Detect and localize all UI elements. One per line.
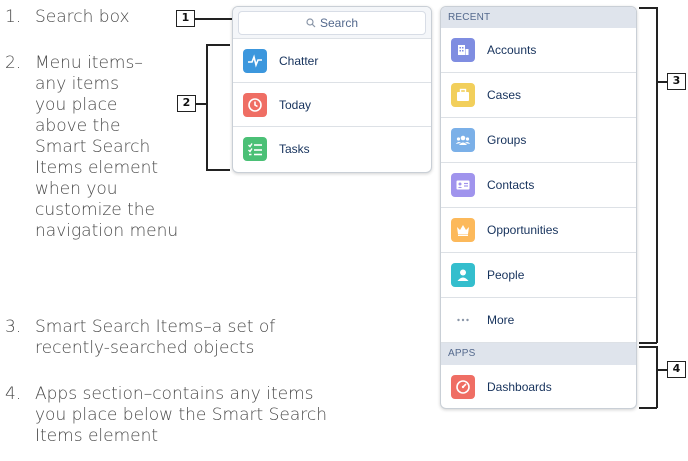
search-icon (306, 18, 316, 28)
crown-icon (451, 218, 475, 242)
legend-line: Items element (35, 426, 159, 446)
app-item-dashboards[interactable]: Dashboards (441, 365, 636, 408)
callout-2-leader (196, 103, 206, 105)
menu-item-today[interactable]: Today (233, 83, 431, 127)
legend-line: Search box (35, 7, 130, 27)
legend-line: Items element (35, 158, 159, 178)
legend-line: you place (35, 95, 118, 115)
recent-item-more[interactable]: More (441, 298, 636, 343)
menu-item-label: Tasks (279, 142, 310, 156)
legend-line: you place below the Smart Search (35, 405, 327, 425)
recent-item-people[interactable]: People (441, 253, 636, 298)
callout-3-bracket-bottom (639, 342, 657, 344)
contacts-icon (451, 173, 475, 197)
legend-line: Smart Search (35, 137, 151, 157)
recent-item-label: Groups (487, 133, 527, 147)
navigation-menu-panel: Search Chatter Today Tasks (232, 6, 432, 173)
recent-item-cases[interactable]: Cases (441, 73, 636, 118)
legend-number: 2. (5, 53, 22, 73)
apps-section-header: APPS (441, 343, 636, 365)
callout-2-bracket-bottom (206, 169, 230, 171)
recent-item-accounts[interactable]: Accounts (441, 28, 636, 73)
recent-item-label: Contacts (487, 178, 535, 192)
legend-number: 3. (5, 317, 22, 337)
menu-item-label: Today (279, 97, 312, 112)
chatter-icon (243, 48, 267, 73)
person-icon (451, 263, 475, 287)
menu-item-tasks[interactable]: Tasks (233, 127, 431, 171)
callout-4-bracket (656, 346, 658, 408)
app-item-label: Dashboards (487, 380, 552, 394)
recent-item-opportunities[interactable]: Opportunities (441, 208, 636, 253)
legend-number: 4. (5, 384, 22, 404)
recent-item-label: People (487, 268, 525, 282)
callout-3-bracket (656, 7, 658, 343)
dashboard-icon (451, 375, 475, 399)
callout-3-bracket-top (639, 7, 657, 9)
legend-line: above the (35, 116, 121, 136)
search-placeholder: Search (319, 16, 359, 30)
legend-line: when you (35, 179, 118, 199)
callout-3: 3 (667, 73, 686, 90)
clock-icon (243, 92, 267, 117)
legend-line: customize the (35, 200, 156, 220)
tasks-icon (243, 137, 267, 161)
callout-1: 1 (176, 10, 195, 27)
recent-item-label: Opportunities (487, 223, 559, 237)
menu-item-label: Chatter (279, 53, 319, 68)
callout-2-bracket (206, 44, 208, 170)
search-row: Search (233, 7, 431, 39)
recent-item-groups[interactable]: Groups (441, 118, 636, 163)
recent-item-contacts[interactable]: Contacts (441, 163, 636, 208)
callout-2-bracket-top (206, 44, 230, 46)
menu-item-chatter[interactable]: Chatter (233, 39, 431, 83)
recent-item-label: Accounts (487, 43, 537, 57)
callout-2: 2 (177, 95, 196, 112)
recent-section-header: RECENT (441, 7, 636, 28)
legend-item-1: 1. Search box (5, 7, 130, 28)
more-icon (451, 308, 475, 332)
callout-4-bracket-bottom (639, 407, 657, 409)
legend-number: 1. (5, 7, 22, 27)
cases-icon (451, 83, 475, 107)
legend-item-3: 3. Smart Search Items–a set of recently-… (5, 317, 275, 359)
legend-line: navigation menu (35, 221, 179, 241)
callout-4-leader (656, 369, 667, 371)
groups-icon (451, 128, 475, 152)
legend-line: Smart Search Items–a set of (35, 317, 276, 337)
accounts-icon (451, 38, 475, 62)
recent-item-label: More (487, 313, 515, 327)
legend-line: Apps section–contains any items (35, 384, 314, 404)
callout-3-leader (656, 81, 667, 83)
legend-line: recently-searched objects (35, 338, 255, 358)
callout-1-leader (195, 18, 233, 20)
legend-line: Menu items– (35, 53, 143, 73)
legend-item-4: 4. Apps section–contains any items you p… (5, 384, 327, 447)
legend-line: any items (35, 74, 119, 94)
legend-item-2: 2. Menu items– any items you place above… (5, 53, 178, 242)
callout-4: 4 (667, 361, 686, 378)
search-box[interactable]: Search (238, 11, 426, 35)
callout-4-bracket-top (639, 346, 657, 348)
recent-item-label: Cases (487, 88, 522, 102)
smart-search-panel: RECENT Accounts Cases Groups Contacts Op… (440, 6, 637, 409)
